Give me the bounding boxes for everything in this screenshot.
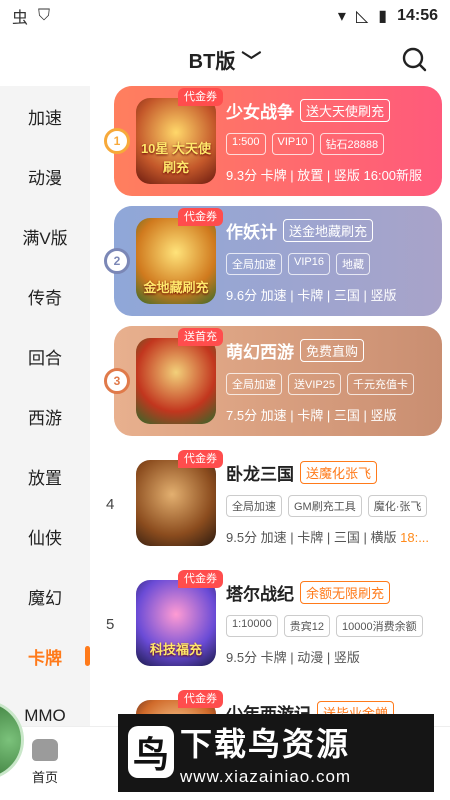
feature-chip: 贵宾12 — [283, 615, 331, 637]
sidebar-item-card[interactable]: 卡牌 — [0, 626, 90, 686]
feature-chip: 1:500 — [226, 133, 266, 155]
sidebar-item-legend[interactable]: 传奇 — [0, 266, 90, 326]
game-name: 少女战争 — [226, 103, 294, 122]
game-icon — [136, 460, 216, 546]
game-icon: 科技福充 — [136, 580, 216, 666]
feature-chip: GM刷充工具 — [288, 495, 362, 517]
watermark-title: 下载鸟资源 — [180, 726, 351, 762]
feature-chip: 10000消费余额 — [336, 615, 423, 637]
icon-caption: 科技福充 — [149, 642, 202, 657]
coupon-tag: 代金券 — [178, 208, 223, 226]
wifi-icon: ▾ — [337, 8, 346, 25]
chevron-down-icon: ﹀ — [241, 50, 262, 73]
game-card-4[interactable]: 4 代金券 卧龙三国 送魔化张飞 全局加速 GM刷充工具 魔化·张飞 9.5分 … — [106, 446, 442, 566]
game-card-1[interactable]: 1 10星 大天使刷充 代金券 少女战争 送大天使刷充 1:500 VIP10 … — [104, 86, 442, 196]
watermark-banner: 鸟 下载鸟资源 www.xiazainiao.com — [118, 714, 434, 792]
feature-chip: 1:10000 — [226, 615, 278, 637]
game-meta: 9.6分 加速 | 卡牌 | 三国 | 竖版 — [226, 288, 397, 303]
watermark-logo: 鸟 — [128, 726, 174, 778]
feature-chip: VIP16 — [288, 253, 330, 275]
game-name: 卧龙三国 — [226, 465, 294, 484]
sidebar-item-fantasy[interactable]: 魔幻 — [0, 566, 90, 626]
coupon-tag: 代金券 — [178, 570, 223, 588]
coupon-tag: 代金券 — [178, 690, 223, 708]
sidebar-item-accelerate[interactable]: 加速 — [0, 86, 90, 146]
game-name: 作妖计 — [226, 223, 277, 242]
nav-home-label: 首页 — [31, 770, 58, 785]
coupon-tag: 代金券 — [178, 88, 223, 106]
clock: 14:56 — [397, 7, 438, 24]
feature-chip: 全局加速 — [226, 495, 282, 517]
game-meta-text: 9.5分 加速 | 卡牌 | 三国 | 横版 — [226, 530, 397, 545]
shield-icon: ⛉ — [38, 7, 51, 24]
version-selector[interactable]: BT版 ﹀ — [189, 45, 262, 74]
sidebar-item-idle[interactable]: 放置 — [0, 446, 90, 506]
promo-tag: 送大天使刷充 — [300, 99, 391, 122]
no-signal-icon: ◺ — [355, 8, 369, 25]
feature-chip: 送VIP25 — [288, 373, 341, 395]
home-icon — [32, 739, 58, 761]
sidebar-item-turn-based[interactable]: 回合 — [0, 326, 90, 386]
coupon-tag: 代金券 — [178, 450, 223, 468]
app-notification-icon: 虫 — [12, 10, 29, 27]
rank-number: 4 — [106, 496, 115, 513]
rank-badge-silver: 2 — [104, 248, 130, 274]
sidebar-item-xianxia[interactable]: 仙侠 — [0, 506, 90, 566]
game-card-2[interactable]: 2 金地藏刷充 代金券 作妖计 送金地藏刷充 全局加速 VIP16 地藏 9.6… — [104, 206, 442, 316]
feature-chip: VIP10 — [271, 133, 314, 155]
feature-chip: 地藏 — [335, 253, 370, 275]
game-meta: 9.3分 卡牌 | 放置 | 竖版 16:00新服 — [226, 168, 423, 183]
promo-tag: 送金地藏刷充 — [283, 219, 374, 242]
game-meta: 9.5分 卡牌 | 动漫 | 竖版 — [226, 650, 360, 665]
promo-tag: 余额无限刷充 — [300, 581, 391, 604]
category-sidebar: 加速 动漫 满V版 传奇 回合 西游 放置 仙侠 魔幻 卡牌 MMO — [0, 86, 90, 726]
feature-chip: 全局加速 — [226, 373, 282, 395]
promo-tag: 免费直购 — [300, 339, 365, 362]
top-bar: BT版 ﹀ — [0, 36, 450, 82]
rank-number: 5 — [106, 616, 115, 633]
sidebar-item-journey-west[interactable]: 西游 — [0, 386, 90, 446]
game-icon: 金地藏刷充 — [136, 218, 216, 304]
server-time: 18:... — [400, 530, 430, 545]
page-title: BT版 — [188, 50, 236, 73]
sidebar-item-full-vip[interactable]: 满V版 — [0, 206, 90, 266]
rank-badge-gold: 1 — [104, 128, 130, 154]
icon-caption: 金地藏刷充 — [143, 280, 209, 295]
status-bar: 虫 ⛉ ▾ ◺ ▮ 14:56 — [0, 0, 450, 32]
promo-tag: 送魔化张飞 — [300, 461, 378, 484]
battery-icon: ▮ — [378, 8, 388, 25]
search-icon[interactable] — [400, 45, 428, 73]
feature-chip: 魔化·张飞 — [367, 495, 428, 517]
game-card-3[interactable]: 3 送首充 萌幻西游 免费直购 全局加速 送VIP25 千元充值卡 7.5分 加… — [104, 326, 442, 436]
game-name: 萌幻西游 — [226, 343, 294, 362]
nav-home[interactable]: 首页 — [22, 739, 68, 793]
first-recharge-tag: 送首充 — [178, 328, 223, 346]
game-list: 1 10星 大天使刷充 代金券 少女战争 送大天使刷充 1:500 VIP10 … — [96, 86, 450, 726]
game-icon — [136, 338, 216, 424]
game-meta: 9.5分 加速 | 卡牌 | 三国 | 横版 18:... — [226, 527, 436, 546]
watermark-url: www.xiazainiao.com — [180, 767, 352, 786]
sidebar-item-anime[interactable]: 动漫 — [0, 146, 90, 206]
game-name: 塔尔战纪 — [226, 585, 294, 604]
game-icon: 10星 大天使刷充 — [136, 98, 216, 184]
feature-chip: 钻石28888 — [319, 133, 385, 155]
game-card-5[interactable]: 5 科技福充 代金券 塔尔战纪 余额无限刷充 1:10000 贵宾12 1000… — [106, 566, 442, 686]
feature-chip: 千元充值卡 — [346, 373, 414, 395]
game-meta: 7.5分 加速 | 卡牌 | 三国 | 竖版 — [226, 408, 397, 423]
rank-badge-bronze: 3 — [104, 368, 130, 394]
feature-chip: 全局加速 — [226, 253, 282, 275]
icon-caption: 10星 大天使刷充 — [140, 141, 212, 175]
